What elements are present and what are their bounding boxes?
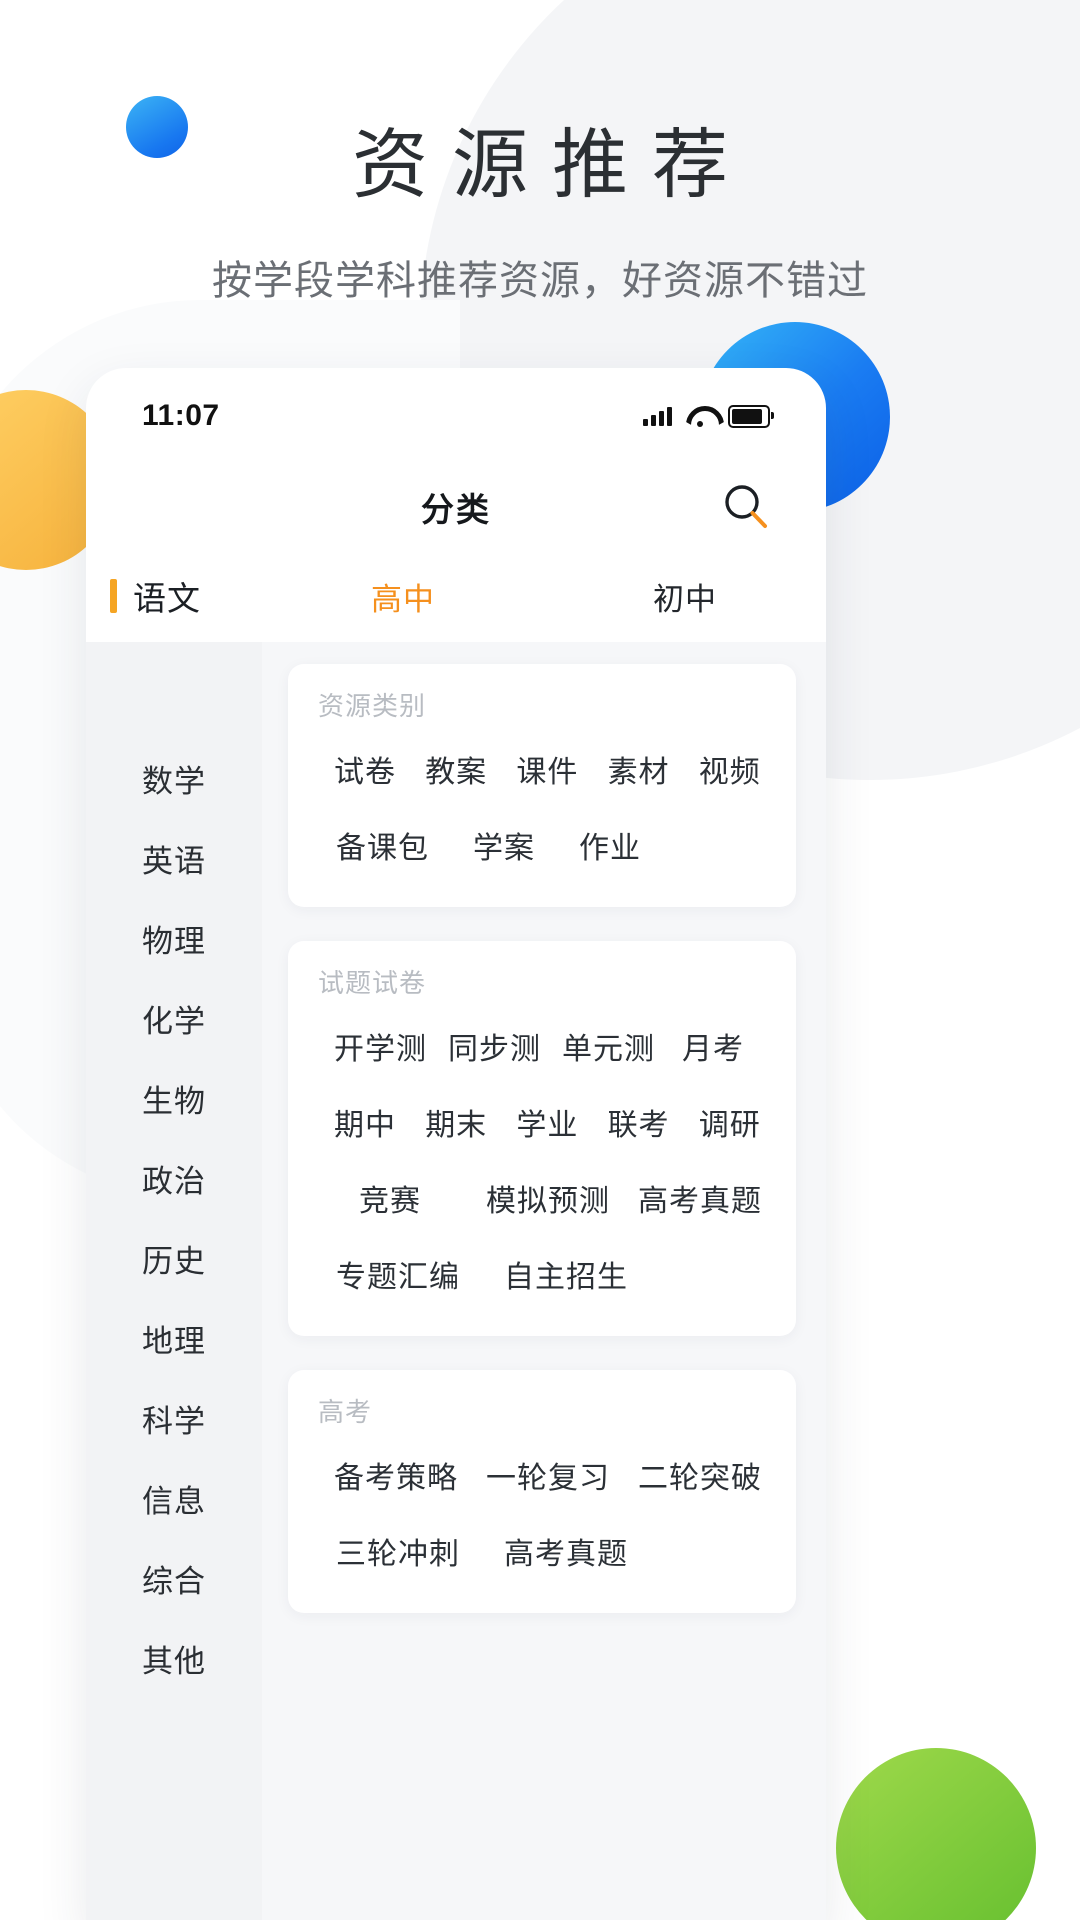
chip-item[interactable]: 期中 xyxy=(314,1084,405,1160)
chip-item[interactable]: 作业 xyxy=(557,807,663,883)
status-bar: 11:07 xyxy=(86,368,826,464)
sidebar-item-kexue[interactable]: 科学 xyxy=(86,1378,262,1458)
card-exam-papers: 试题试卷 开学测 同步测 单元测 月考 期中 期末 学业 联考 调研 竞赛 模拟… xyxy=(288,941,796,1336)
tab-stage-senior[interactable]: 高中 xyxy=(262,574,544,619)
chip-item[interactable]: 高考真题 xyxy=(618,1160,770,1236)
chip-row: 三轮冲刺 高考真题 xyxy=(288,1513,796,1589)
sidebar-item-yingyu[interactable]: 英语 xyxy=(86,818,262,898)
sidebar-item-xinxi[interactable]: 信息 xyxy=(86,1458,262,1538)
card-gaokao: 高考 备考策略 一轮复习 二轮突破 三轮冲刺 高考真题 xyxy=(288,1370,796,1613)
battery-icon xyxy=(728,404,774,428)
search-icon[interactable] xyxy=(720,481,772,533)
status-icon-group xyxy=(643,404,774,428)
chip-row: 备课包 学案 作业 xyxy=(288,807,796,883)
sidebar-item-wuli[interactable]: 物理 xyxy=(86,898,262,978)
chip-row: 试卷 教案 课件 素材 视频 xyxy=(288,731,796,807)
chip-row: 开学测 同步测 单元测 月考 xyxy=(288,1008,796,1084)
card-title: 高考 xyxy=(318,1397,373,1427)
page-subtitle: 按学段学科推荐资源，好资源不错过 xyxy=(212,259,868,303)
chip-item[interactable]: 二轮突破 xyxy=(618,1437,770,1513)
stage-segmented-control: 高中 初中 xyxy=(262,574,826,619)
chip-item[interactable]: 自主招生 xyxy=(482,1236,650,1312)
chip-row: 备考策略 一轮复习 二轮突破 xyxy=(288,1437,796,1513)
chip-item[interactable]: 试卷 xyxy=(314,731,405,807)
tab-stage-junior[interactable]: 初中 xyxy=(544,574,826,619)
signal-bars-icon xyxy=(643,406,672,426)
chip-item[interactable]: 素材 xyxy=(588,731,679,807)
chip-item[interactable]: 开学测 xyxy=(314,1008,428,1084)
chip-item[interactable]: 模拟预测 xyxy=(466,1160,618,1236)
chip-item[interactable]: 学业 xyxy=(496,1084,587,1160)
subject-sidebar: 语文 数学 英语 物理 化学 生物 政治 历史 地理 科学 信息 综合 其他 xyxy=(86,642,262,1920)
chip-item[interactable]: 一轮复习 xyxy=(466,1437,618,1513)
sidebar-item-huaxue[interactable]: 化学 xyxy=(86,978,262,1058)
chip-item[interactable]: 联考 xyxy=(588,1084,679,1160)
sidebar-item-shengwu[interactable]: 生物 xyxy=(86,1058,262,1138)
chip-item[interactable]: 教案 xyxy=(405,731,496,807)
chip-item[interactable]: 竞赛 xyxy=(314,1160,466,1236)
wifi-icon xyxy=(686,406,714,427)
chip-item[interactable]: 课件 xyxy=(496,731,587,807)
chip-row: 竞赛 模拟预测 高考真题 xyxy=(288,1160,796,1236)
sidebar-item-zhengzhi[interactable]: 政治 xyxy=(86,1138,262,1218)
chip-item[interactable]: 备考策略 xyxy=(314,1437,466,1513)
card-resource-type: 资源类别 试卷 教案 课件 素材 视频 备课包 学案 作业 xyxy=(288,664,796,907)
chip-item[interactable]: 三轮冲刺 xyxy=(314,1513,482,1589)
nav-title: 分类 xyxy=(421,491,491,528)
current-subject-label: 语文 xyxy=(133,580,201,617)
card-title: 资源类别 xyxy=(318,691,427,721)
status-time: 11:07 xyxy=(142,399,220,432)
chip-item[interactable]: 高考真题 xyxy=(482,1513,650,1589)
sidebar-item-shuxue[interactable]: 数学 xyxy=(86,738,262,818)
chip-item[interactable]: 学案 xyxy=(451,807,557,883)
phone-mockup: 11:07 分类 语文 高中 初中 数学 英语 物理 化学 生物 政治 历史 地… xyxy=(86,368,826,1920)
card-title: 试题试卷 xyxy=(318,968,427,998)
active-subject-indicator xyxy=(110,579,117,613)
nav-bar: 分类 xyxy=(86,464,826,550)
chip-item[interactable]: 备课包 xyxy=(314,807,451,883)
page-title: 资源推荐 xyxy=(352,123,752,208)
chip-item[interactable]: 视频 xyxy=(679,731,770,807)
chip-item[interactable]: 单元测 xyxy=(542,1008,656,1084)
sidebar-item-lishi[interactable]: 历史 xyxy=(86,1218,262,1298)
tab-row: 语文 高中 初中 xyxy=(86,550,826,642)
sidebar-item-zonghe[interactable]: 综合 xyxy=(86,1538,262,1618)
chip-item[interactable]: 专题汇编 xyxy=(314,1236,482,1312)
chip-item[interactable]: 期末 xyxy=(405,1084,496,1160)
chip-item[interactable]: 月考 xyxy=(656,1008,770,1084)
page-root: 资源推荐 按学段学科推荐资源，好资源不错过 11:07 分类 语文 高中 初中 … xyxy=(0,0,1080,1920)
chip-row: 专题汇编 自主招生 xyxy=(288,1236,796,1312)
category-panel: 资源类别 试卷 教案 课件 素材 视频 备课包 学案 作业 试题试卷 开学测 同… xyxy=(262,642,826,1920)
chip-item[interactable]: 调研 xyxy=(679,1084,770,1160)
sidebar-item-qita[interactable]: 其他 xyxy=(86,1618,262,1698)
chip-row: 期中 期末 学业 联考 调研 xyxy=(288,1084,796,1160)
sidebar-item-dili[interactable]: 地理 xyxy=(86,1298,262,1378)
content-area: 语文 数学 英语 物理 化学 生物 政治 历史 地理 科学 信息 综合 其他 资… xyxy=(86,642,826,1920)
chip-item[interactable]: 同步测 xyxy=(428,1008,542,1084)
current-subject-tab[interactable]: 语文 xyxy=(86,572,262,620)
decorative-green-circle xyxy=(836,1748,1036,1920)
